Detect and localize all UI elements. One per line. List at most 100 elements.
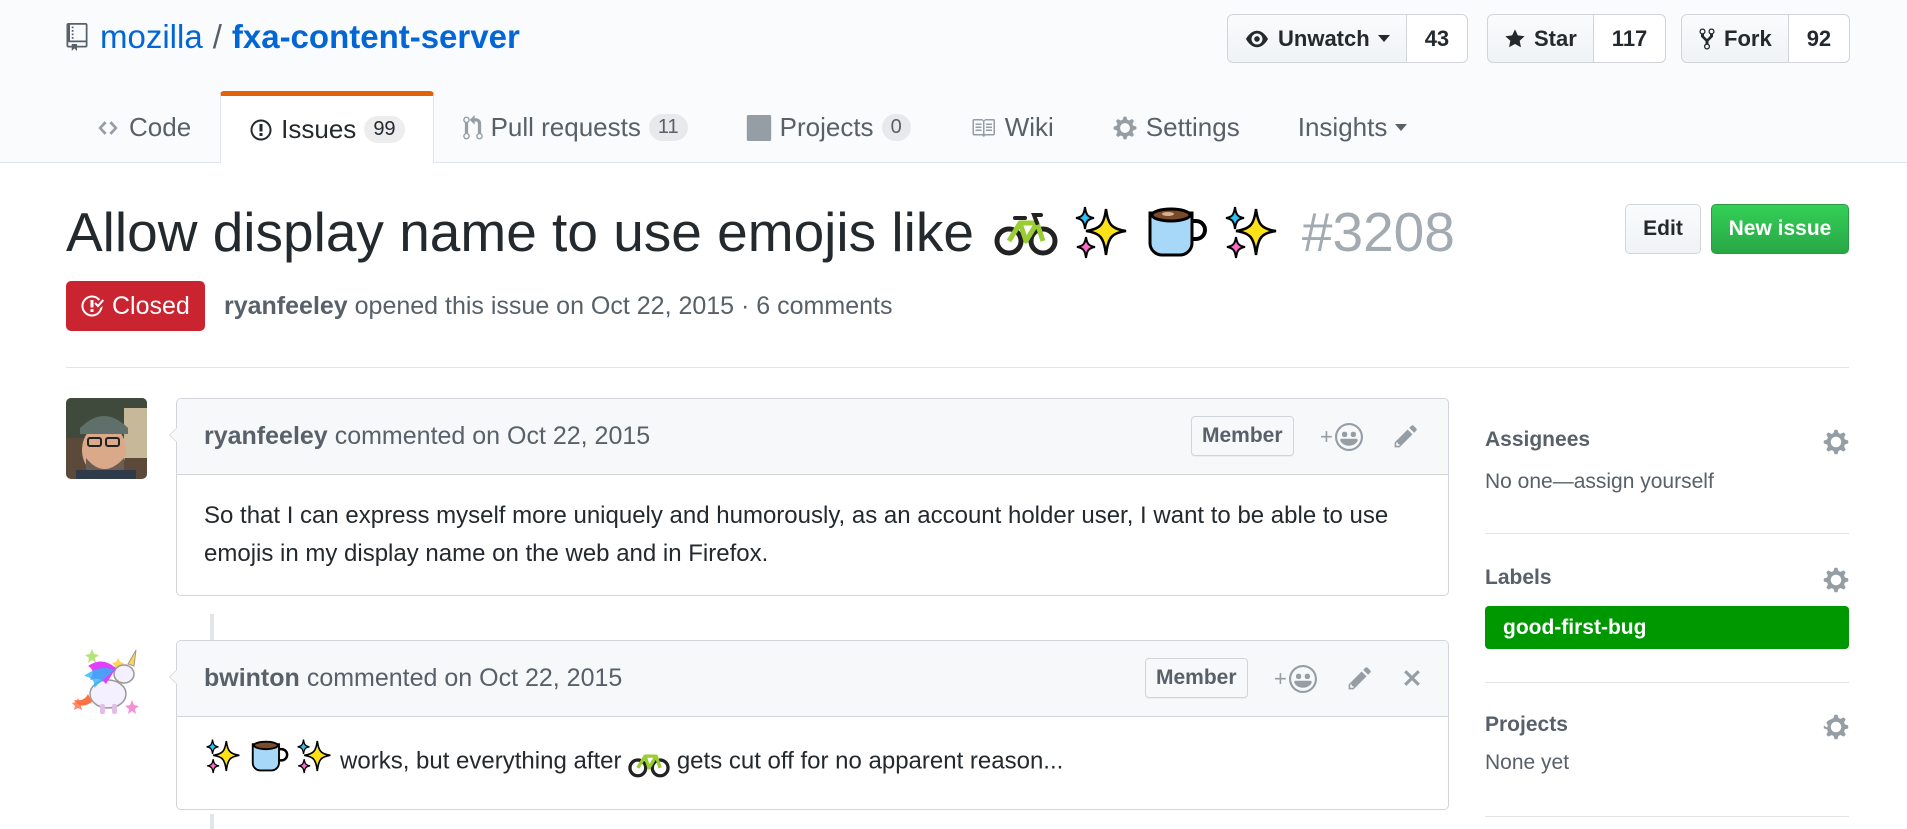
tab-insights[interactable]: Insights xyxy=(1269,91,1437,163)
comment-header: ryanfeeley commented on Oct 22, 2015 Mem… xyxy=(177,399,1448,475)
projects-counter: 0 xyxy=(881,114,911,141)
forks-count[interactable]: 92 xyxy=(1788,14,1851,63)
sidebar-divider xyxy=(1485,682,1849,683)
plus-icon: + xyxy=(1320,424,1333,449)
comment-author-link[interactable]: bwinton xyxy=(204,664,300,693)
sidebar-divider xyxy=(1485,533,1849,534)
smiley-icon xyxy=(1334,423,1363,451)
add-reaction-button[interactable]: + xyxy=(1274,665,1317,693)
unwatch-button[interactable]: Unwatch xyxy=(1227,14,1407,63)
projects-value: None yet xyxy=(1485,751,1570,774)
fork-label: Fork xyxy=(1724,25,1772,51)
comment-body-text-part1: works, but everything after xyxy=(340,747,622,775)
chevron-down-icon xyxy=(1395,124,1408,131)
watch-group: Unwatch 43 xyxy=(1227,14,1469,63)
tab-settings-label: Settings xyxy=(1145,112,1240,142)
fork-button[interactable]: Fork xyxy=(1681,14,1789,63)
tab-issues[interactable]: Issues 99 xyxy=(220,91,434,163)
pencil-icon[interactable] xyxy=(1393,423,1419,449)
projects-heading[interactable]: Projects xyxy=(1485,713,1849,737)
coffee-emoji xyxy=(1148,207,1207,257)
issue-state-label: Closed xyxy=(112,291,190,320)
header-divider xyxy=(66,367,1849,368)
new-issue-button[interactable]: New issue xyxy=(1711,204,1849,254)
issue-state-badge: Closed xyxy=(66,281,205,331)
comment-timestamp[interactable]: commented on Oct 22, 2015 xyxy=(307,664,622,693)
stargazers-count[interactable]: 117 xyxy=(1593,14,1667,63)
issue-opened-icon xyxy=(250,119,272,140)
issue-number: #3208 xyxy=(1301,201,1455,263)
comment-header: bwinton commented on Oct 22, 2015 Member… xyxy=(177,641,1448,717)
chevron-down-icon xyxy=(1377,35,1390,42)
coffee-emoji xyxy=(251,740,288,772)
assignees-heading[interactable]: Assignees xyxy=(1485,428,1849,452)
fork-icon xyxy=(1699,27,1715,50)
star-button[interactable]: Star xyxy=(1487,14,1594,63)
gear-icon[interactable] xyxy=(1823,566,1849,594)
tab-wiki-label: Wiki xyxy=(1004,112,1054,142)
gear-icon[interactable] xyxy=(1823,428,1849,456)
code-icon xyxy=(98,120,118,135)
tab-projects-label: Projects xyxy=(779,112,874,142)
issue-author-link[interactable]: ryanfeeley xyxy=(224,292,348,320)
timeline-connector xyxy=(210,614,214,640)
tab-wiki[interactable]: Wiki xyxy=(940,91,1083,163)
plus-icon: + xyxy=(1274,666,1287,691)
divider xyxy=(1485,533,1849,534)
tab-pull-requests-label: Pull requests xyxy=(490,112,641,142)
avatar[interactable] xyxy=(66,640,147,721)
assign-yourself-link[interactable]: No one—assign yourself xyxy=(1485,470,1849,494)
gear-icon[interactable] xyxy=(1823,713,1849,741)
issue-meta-text: opened this issue on Oct 22, 2015 · 6 co… xyxy=(354,292,893,320)
tab-projects[interactable]: Projects 0 xyxy=(717,91,940,163)
star-icon xyxy=(1505,28,1525,47)
repo-owner-link[interactable]: mozilla xyxy=(100,18,203,56)
edit-title-button[interactable]: Edit xyxy=(1625,204,1701,254)
label-good-first-bug[interactable]: good-first-bug xyxy=(1485,606,1849,649)
divider xyxy=(1485,682,1849,683)
comment-ryanfeeley: ryanfeeley commented on Oct 22, 2015 Mem… xyxy=(169,398,1449,596)
avatar[interactable] xyxy=(66,398,147,479)
bicycle-emoji xyxy=(628,754,670,778)
watchers-count[interactable]: 43 xyxy=(1406,14,1469,63)
add-reaction-button[interactable]: + xyxy=(1320,423,1363,451)
repo-title: mozilla / fxa-content-server xyxy=(66,18,520,56)
eye-icon xyxy=(1246,30,1268,47)
issue-title-emojis xyxy=(994,203,1294,261)
tab-pull-requests[interactable]: Pull requests 11 xyxy=(434,91,717,163)
labels-heading[interactable]: Labels xyxy=(1485,566,1849,590)
sidebar-assignees: Assignees No one—assign yourself xyxy=(1485,428,1849,494)
gear-icon xyxy=(1113,116,1137,139)
tab-code[interactable]: Code xyxy=(66,91,220,163)
member-badge: Member xyxy=(1145,658,1248,698)
divider xyxy=(1485,816,1849,817)
repo-icon xyxy=(66,23,88,51)
ryanfeeley-avatar-image xyxy=(66,398,147,479)
comment-timestamp[interactable]: commented on Oct 22, 2015 xyxy=(335,422,650,451)
book-icon xyxy=(972,118,995,137)
pencil-icon[interactable] xyxy=(1347,665,1373,691)
issue-closed-icon xyxy=(81,295,104,317)
comment-body: So that I can express myself more unique… xyxy=(177,475,1448,595)
pull-requests-counter: 11 xyxy=(648,114,688,141)
fork-group: Fork 92 xyxy=(1681,14,1851,63)
tab-issues-label: Issues xyxy=(281,114,357,144)
project-icon xyxy=(746,114,771,141)
issues-counter: 99 xyxy=(364,116,405,143)
smiley-icon xyxy=(1288,665,1317,693)
sidebar-projects: Projects None yet xyxy=(1485,713,1849,775)
tab-code-label: Code xyxy=(129,112,192,142)
comment-author-link[interactable]: ryanfeeley xyxy=(204,422,328,451)
tab-settings[interactable]: Settings xyxy=(1083,91,1269,163)
sidebar-divider xyxy=(1485,816,1849,817)
repo-name-link[interactable]: fxa-content-server xyxy=(232,18,520,56)
sparkles-emoji xyxy=(297,739,331,774)
repo-header: mozilla / fxa-content-server Unwatch 43 … xyxy=(0,0,1907,163)
close-icon[interactable] xyxy=(1400,666,1424,690)
comment-bwinton: bwinton commented on Oct 22, 2015 Member… xyxy=(169,640,1449,810)
sparkles-emoji xyxy=(1075,206,1127,259)
repo-separator: / xyxy=(212,18,222,55)
unwatch-label: Unwatch xyxy=(1278,25,1370,51)
comment-body-text: So that I can express myself more unique… xyxy=(204,502,1389,567)
member-badge: Member xyxy=(1191,416,1294,456)
